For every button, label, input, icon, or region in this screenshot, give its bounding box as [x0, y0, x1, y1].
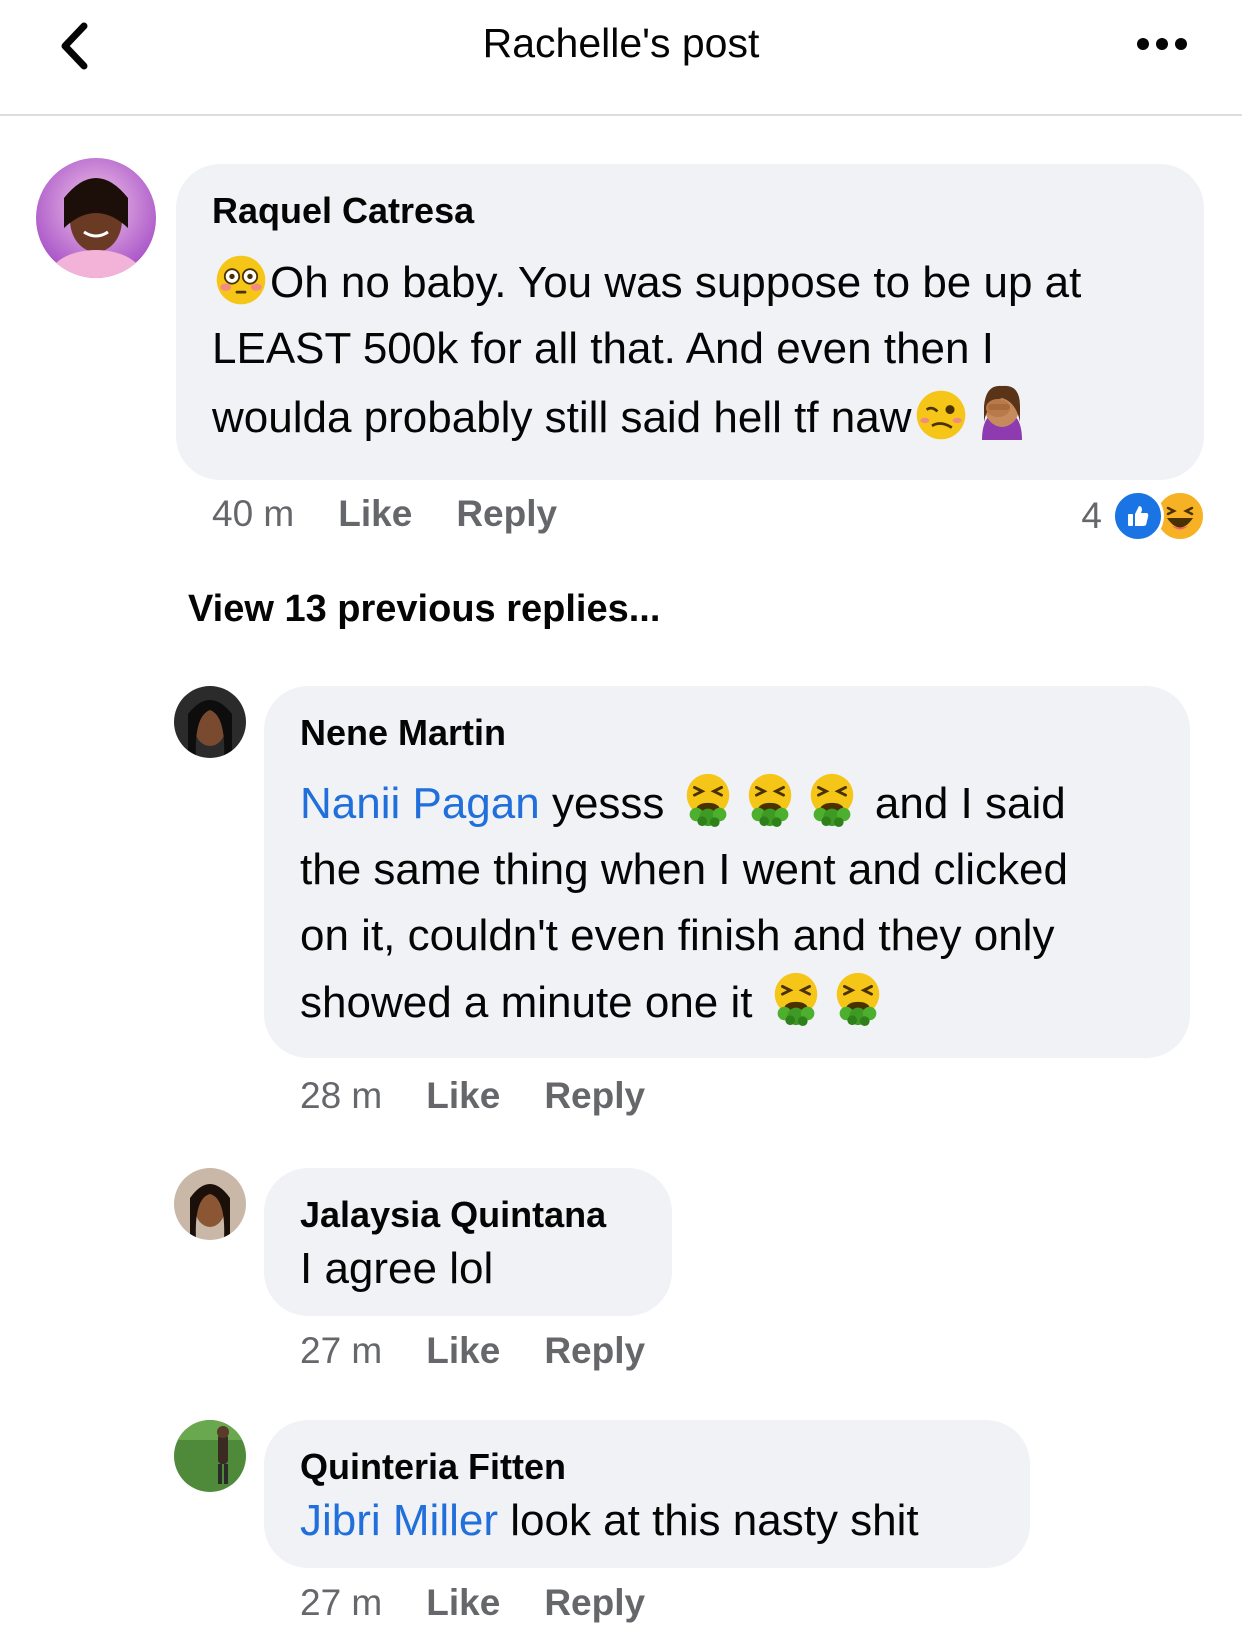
avatar[interactable]: [174, 1420, 246, 1492]
reply-author[interactable]: Quinteria Fitten: [300, 1446, 566, 1488]
like-button[interactable]: Like: [338, 493, 412, 534]
top-bar: Rachelle's post: [0, 0, 1242, 116]
reply-author[interactable]: Jalaysia Quintana: [300, 1194, 606, 1236]
comment-line: LEAST 500k for all that. And even then I: [212, 324, 994, 373]
comment-line: woulda probably still said hell tf naw: [212, 393, 912, 442]
like-button[interactable]: Like: [426, 1075, 500, 1116]
reaction-summary[interactable]: 4: [1081, 490, 1206, 542]
reply-button[interactable]: Reply: [544, 1330, 645, 1371]
nauseated-face-icon: [741, 770, 799, 828]
reply-text-segment: and I said: [862, 779, 1066, 828]
reply-button[interactable]: Reply: [544, 1075, 645, 1116]
flushed-face-icon: [216, 255, 266, 305]
reply-button[interactable]: Reply: [544, 1582, 645, 1623]
reply-time: 27 m: [300, 1330, 383, 1371]
reply-line: showed a minute one it: [300, 978, 765, 1027]
reply-text: Nanii Pagan yesss and I said the same th…: [300, 770, 1068, 1036]
reply-text: Jibri Miller look at this nasty shit: [300, 1488, 919, 1554]
reply-meta: 27 m Like Reply: [300, 1582, 645, 1624]
reaction-count: 4: [1081, 495, 1102, 536]
like-button[interactable]: Like: [426, 1582, 500, 1623]
facepalm-icon: [981, 385, 1022, 440]
reply-author[interactable]: Nene Martin: [300, 712, 506, 754]
mention-link[interactable]: Jibri Miller: [300, 1496, 498, 1545]
nauseated-face-icon: [829, 969, 887, 1027]
page-title: Rachelle's post: [482, 20, 760, 66]
comment-line: Oh no baby. You was suppose to be up at: [270, 258, 1082, 307]
like-button[interactable]: Like: [426, 1330, 500, 1371]
reply-line: the same thing when I went and clicked: [300, 845, 1069, 894]
nauseated-face-icon: [803, 770, 861, 828]
avatar[interactable]: [174, 1168, 246, 1240]
nauseated-face-icon: [767, 969, 825, 1027]
mention-link[interactable]: Nanii Pagan: [300, 779, 540, 828]
more-options-button[interactable]: [1132, 24, 1192, 64]
more-dots-icon: [1137, 38, 1187, 50]
reply-meta: 27 m Like Reply: [300, 1330, 645, 1372]
comment-text: Oh no baby. You was suppose to be up at …: [212, 250, 1081, 451]
reply-meta: 28 m Like Reply: [300, 1075, 645, 1117]
reply-text-segment: yesss: [539, 779, 677, 828]
reply-line: on it, couldn't even finish and they onl…: [300, 911, 1055, 960]
reply-time: 28 m: [300, 1075, 383, 1116]
reply-text: I agree lol: [300, 1244, 494, 1293]
avatar[interactable]: [36, 158, 156, 278]
woozy-face-icon: [916, 390, 965, 440]
view-previous-replies-link[interactable]: View 13 previous replies...: [188, 588, 660, 631]
nauseated-face-icon: [679, 770, 737, 828]
avatar[interactable]: [174, 686, 246, 758]
reply-text-segment: look at this nasty shit: [498, 1496, 919, 1545]
reply-button[interactable]: Reply: [456, 493, 557, 534]
like-reaction-icon: [1112, 490, 1164, 542]
reply-time: 27 m: [300, 1582, 383, 1623]
comment-meta: 40 m Like Reply: [212, 493, 557, 535]
comment-author[interactable]: Raquel Catresa: [212, 190, 474, 232]
comment-time: 40 m: [212, 493, 295, 534]
